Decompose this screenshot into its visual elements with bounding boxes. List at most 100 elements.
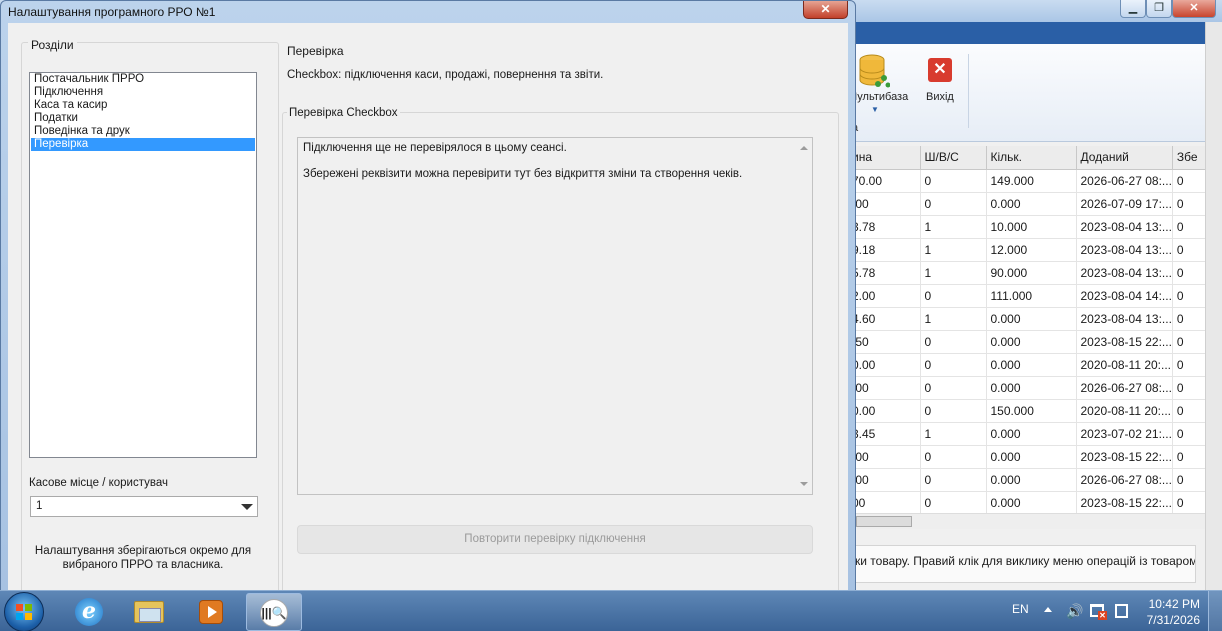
table-cell: 1 bbox=[920, 238, 987, 262]
prro-settings-dialog: Налаштування програмного РРО №1 ✕ Розділ… bbox=[0, 0, 856, 602]
table-row[interactable]: .0000.0002026-06-27 08:...0 bbox=[848, 376, 1213, 400]
user-select[interactable]: 1 bbox=[30, 496, 258, 517]
table-row[interactable]: .50 0 0.000 2023-08-15 22:... 0 bbox=[848, 330, 1213, 354]
start-button[interactable] bbox=[4, 592, 44, 631]
table-row[interactable]: 00 0 0.000 2023-08-15 22:... 0 bbox=[848, 491, 1213, 515]
grid-column-header[interactable]: Ш/В/С bbox=[920, 146, 987, 170]
grid-horizontal-scrollbar[interactable] bbox=[848, 513, 1205, 529]
scroll-thumb[interactable] bbox=[856, 516, 912, 527]
table-row[interactable]: 4.60 1 0.000 2023-08-04 13:... 0 bbox=[848, 307, 1213, 331]
volume-icon[interactable]: 🔊 bbox=[1066, 603, 1083, 620]
section-item[interactable]: Постачальник ПРРО bbox=[31, 73, 255, 86]
table-cell: 4.60 bbox=[848, 307, 921, 331]
clock[interactable]: 10:42 PM 7/31/2026 bbox=[1136, 596, 1200, 628]
table-cell: 2026-07-09 17:... bbox=[1076, 192, 1173, 216]
table-cell: 150.000 bbox=[986, 399, 1077, 423]
table-cell: 90.000 bbox=[986, 261, 1077, 285]
table-cell: 0 bbox=[920, 353, 987, 377]
grid-column-header[interactable]: Кільк. bbox=[986, 146, 1077, 170]
table-cell: 2023-08-04 13:... bbox=[1076, 261, 1173, 285]
ribbon-separator bbox=[968, 54, 969, 128]
table-row[interactable]: .00 0 0.000 2026-07-09 17:... 0 bbox=[848, 192, 1213, 216]
table-cell: 0 bbox=[920, 399, 987, 423]
table-cell: 0.00 bbox=[848, 399, 921, 423]
table-cell: 2023-08-04 13:... bbox=[1076, 238, 1173, 262]
settings-footnote: Налаштування зберігаються окремо для виб… bbox=[34, 545, 252, 571]
retry-check-button[interactable]: Повторити перевірку підключення bbox=[297, 525, 813, 554]
products-grid[interactable]: ина Ш/В/С Кільк. Доданий Збе 70.00 0 149.000 20… bbox=[848, 146, 1222, 529]
table-cell: 1 bbox=[920, 307, 987, 331]
clock-date: 7/31/2026 bbox=[1146, 613, 1200, 627]
show-hidden-icons-icon[interactable] bbox=[1044, 607, 1052, 612]
taskbar-file-explorer[interactable] bbox=[122, 593, 176, 631]
table-cell: 2023-08-15 22:... bbox=[1076, 491, 1173, 515]
show-desktop-button[interactable] bbox=[1208, 591, 1222, 631]
scroll-up-icon[interactable] bbox=[800, 146, 808, 150]
network-error-icon: ✕ bbox=[1098, 611, 1107, 620]
section-item[interactable]: Підключення bbox=[31, 86, 255, 99]
dialog-body: Розділи Постачальник ПРРО Підключення Каса… bbox=[8, 23, 848, 602]
section-item[interactable]: Перевірка bbox=[31, 138, 255, 151]
table-row[interactable]: 5.78 1 90.000 2023-08-04 13:... 0 bbox=[848, 261, 1213, 285]
taskbar: e |||🔍 EN 🔊 ✕ 10:42 PM 7/31/2026 bbox=[0, 590, 1222, 631]
table-cell: 0.000 bbox=[986, 422, 1077, 446]
windows-logo-icon bbox=[16, 613, 23, 620]
table-cell: 5.78 bbox=[848, 261, 921, 285]
clock-time: 10:42 PM bbox=[1148, 597, 1200, 611]
table-row[interactable]: 2.00 0 111.000 2023-08-04 14:... 0 bbox=[848, 284, 1213, 308]
taskbar-media-player[interactable] bbox=[184, 593, 238, 631]
table-row[interactable]: 70.00 0 149.000 2026-06-27 08:... 0 bbox=[848, 169, 1213, 193]
dialog-title: Налаштування програмного РРО №1 bbox=[8, 5, 216, 19]
grid-column-header[interactable]: Доданий bbox=[1076, 146, 1173, 170]
maximize-button[interactable]: ❐ bbox=[1146, 0, 1172, 18]
table-cell: 2020-08-11 20:... bbox=[1076, 399, 1173, 423]
main-close-button[interactable]: ✕ bbox=[1172, 0, 1216, 18]
table-cell: .00 bbox=[848, 445, 921, 469]
chevron-down-icon: ▼ bbox=[871, 105, 879, 114]
section-item[interactable]: Каса та касир bbox=[31, 99, 255, 112]
table-cell: 0.000 bbox=[986, 445, 1077, 469]
table-cell: 0.000 bbox=[986, 307, 1077, 331]
section-item[interactable]: Поведінка та друк bbox=[31, 125, 255, 138]
minimize-button[interactable]: ▁ bbox=[1120, 0, 1146, 18]
windows-logo-icon bbox=[16, 604, 23, 611]
pos-app-icon: |||🔍 bbox=[260, 599, 288, 627]
taskbar-internet-explorer[interactable]: e bbox=[62, 593, 116, 631]
table-cell: 2023-08-15 22:... bbox=[1076, 445, 1173, 469]
table-row[interactable]: 0.00 0 150.000 2020-08-11 20:... 0 bbox=[848, 399, 1213, 423]
language-indicator[interactable]: EN bbox=[1012, 602, 1029, 616]
scroll-down-icon[interactable] bbox=[800, 482, 808, 486]
taskbar-pos-app[interactable]: |||🔍 bbox=[246, 593, 302, 631]
action-center-icon[interactable] bbox=[1115, 604, 1128, 618]
result-scrollbar[interactable] bbox=[796, 138, 812, 494]
table-cell: 0 bbox=[920, 169, 987, 193]
grid-column-header[interactable]: ина bbox=[848, 146, 921, 170]
table-cell: 12.000 bbox=[986, 238, 1077, 262]
table-cell: 1 bbox=[920, 261, 987, 285]
media-player-icon bbox=[199, 600, 223, 624]
table-cell: 0 bbox=[920, 468, 987, 492]
section-item[interactable]: Податки bbox=[31, 112, 255, 125]
table-row[interactable]: 3.78 1 10.000 2023-08-04 13:... 0 bbox=[848, 215, 1213, 239]
dialog-close-button[interactable]: ✕ bbox=[803, 1, 848, 19]
table-row[interactable]: .0000.0002026-06-27 08:...0 bbox=[848, 468, 1213, 492]
table-cell: .50 bbox=[848, 330, 921, 354]
table-row[interactable]: 9.18 1 12.000 2023-08-04 13:... 0 bbox=[848, 238, 1213, 262]
database-share-icon bbox=[859, 54, 890, 88]
close-x-icon: ✕ bbox=[928, 58, 952, 82]
main-vertical-scrollbar[interactable] bbox=[1205, 22, 1222, 590]
table-row[interactable]: 3.45 1 0.000 2023-07-02 21:... 0 bbox=[848, 422, 1213, 446]
check-result-text[interactable]: Підключення ще не перевірялося в цьому с… bbox=[297, 137, 813, 495]
table-row[interactable]: 0.00 0 0.000 2020-08-11 20:... 0 bbox=[848, 353, 1213, 377]
table-cell: 1 bbox=[920, 215, 987, 239]
table-row[interactable]: .00 0 0.000 2023-08-15 22:... 0 bbox=[848, 445, 1213, 469]
table-cell: 2023-08-15 22:... bbox=[1076, 330, 1173, 354]
table-cell: 2026-06-27 08:... bbox=[1076, 376, 1173, 400]
table-cell: 9.18 bbox=[848, 238, 921, 262]
status-hint: ки товару. Правий клік для виклику меню … bbox=[848, 545, 1196, 583]
table-cell: 0 bbox=[920, 192, 987, 216]
table-cell: 0.000 bbox=[986, 468, 1077, 492]
table-cell: 2023-08-04 13:... bbox=[1076, 307, 1173, 331]
panel-title: Перевірка bbox=[287, 44, 344, 58]
sections-list[interactable]: Постачальник ПРРО Підключення Каса та каси… bbox=[29, 72, 257, 458]
